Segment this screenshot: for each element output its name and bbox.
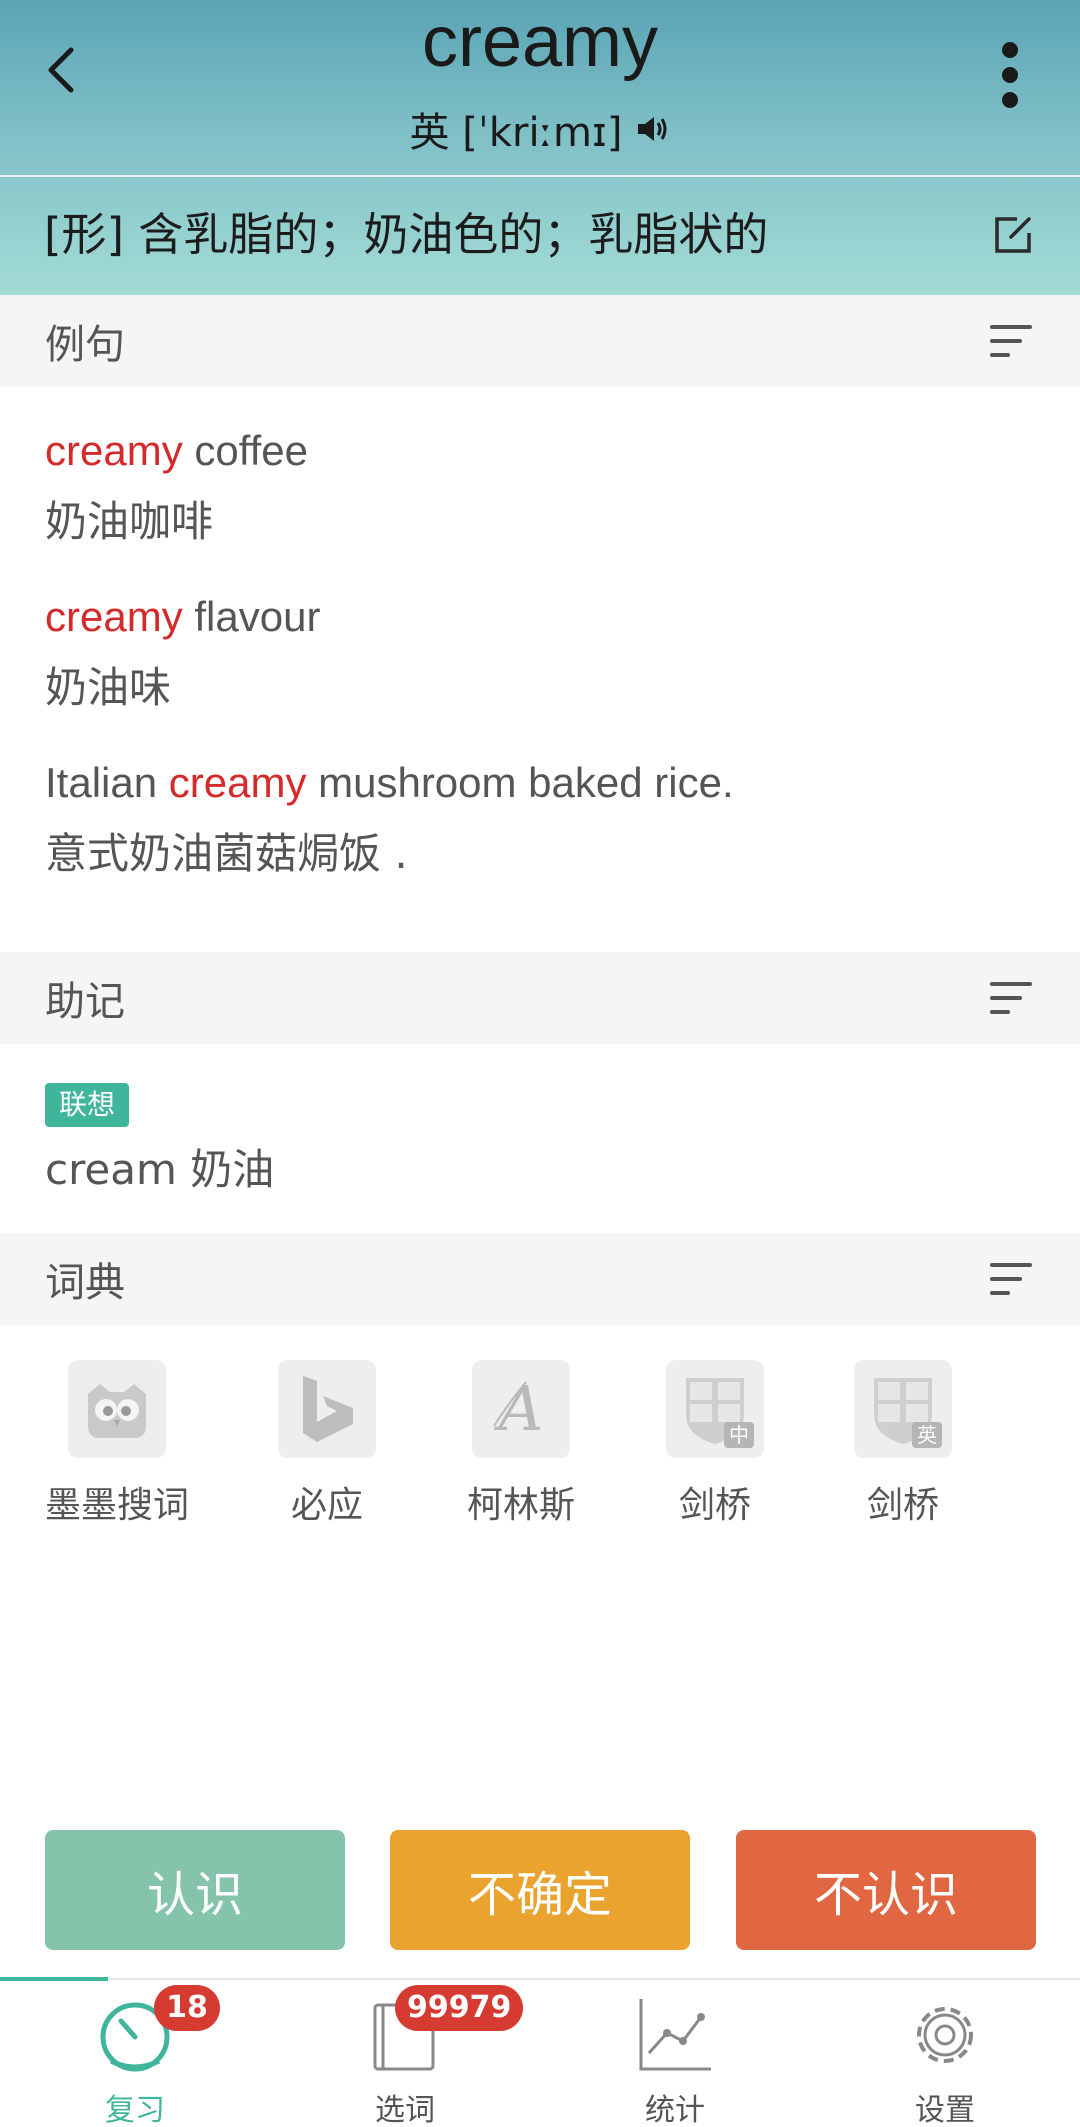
know-button[interactable]: 认识 [45, 1830, 345, 1950]
example-translation: 意式奶油菌菇焗饭 . [45, 829, 408, 878]
dictionary-bing[interactable]: 必应 [247, 1360, 407, 1528]
word-definition: [形] 含乳脂的；奶油色的；乳脂状的 [44, 208, 769, 261]
word-title: creamy [421, 2, 659, 82]
example-sentence: Italian creamy mushroom baked rice. [45, 759, 734, 806]
dictionary-label: 剑桥 [866, 1485, 939, 1526]
dictionary-collins[interactable]: A 柯林斯 [441, 1360, 601, 1528]
tab-select-words[interactable]: 选词 99979 [270, 1985, 540, 2127]
tab-settings[interactable]: 设置 [810, 1985, 1080, 2127]
dictionary-cambridge-cn[interactable]: 中 剑桥 [635, 1360, 795, 1528]
speaker-icon[interactable] [636, 114, 670, 144]
edit-icon [995, 217, 1031, 253]
dictionary-label: 剑桥 [678, 1485, 751, 1526]
dictionary-label: 墨墨搜词 [44, 1485, 189, 1526]
highlighted-word: creamy [45, 427, 183, 474]
mnemonic-section-header: 助记 [0, 952, 1080, 1044]
dictionary-momo[interactable]: 墨墨搜词 [37, 1360, 197, 1528]
dictionary-cambridge-en[interactable]: 英 剑桥 [823, 1360, 983, 1528]
tab-review[interactable]: 复习 18 [0, 1985, 270, 2127]
collins-icon: A [472, 1360, 570, 1458]
tabbar-divider [0, 1978, 1080, 1980]
sort-icon[interactable] [990, 1261, 1032, 1297]
example-translation: 奶油咖啡 [45, 497, 214, 546]
edit-definition-button[interactable] [988, 210, 1038, 260]
examples-title: 例句 [45, 322, 125, 368]
example-sentence: creamy coffee [45, 427, 309, 474]
chart-icon [639, 1999, 711, 2071]
header-divider [0, 175, 1080, 177]
dictionary-label: 柯林斯 [466, 1485, 575, 1526]
mnemonic-text: cream 奶油 [45, 1145, 275, 1194]
tab-statistics[interactable]: 统计 [540, 1985, 810, 2127]
gear-icon [917, 2007, 973, 2063]
bing-icon [278, 1360, 376, 1458]
cambridge-en-icon: 英 [854, 1360, 952, 1458]
tab-label: 设置 [915, 2093, 975, 2127]
new-words-count-badge: 99979 [395, 1985, 524, 2031]
pronunciation-row[interactable]: 英 [ˈkriːmɪ] [0, 100, 1080, 158]
word-header: creamy 英 [ˈkriːmɪ] [形] 含乳脂的；奶油色的；乳脂状的 [0, 0, 1080, 295]
tab-label: 选词 [375, 2093, 435, 2127]
phonetic-text: 英 [ˈkriːmɪ] [409, 110, 623, 156]
unsure-button[interactable]: 不确定 [390, 1830, 690, 1950]
owl-icon [68, 1360, 166, 1458]
language-corner-label: 中 [729, 1423, 749, 1447]
mnemonic-title: 助记 [45, 979, 125, 1025]
tabbar-active-indicator [0, 1977, 108, 1981]
review-count-badge: 18 [154, 1985, 220, 2031]
association-tag: 联想 [45, 1083, 129, 1127]
dictionary-section-header: 词典 [0, 1233, 1080, 1325]
dictionary-label: 必应 [290, 1485, 363, 1526]
dictionary-title: 词典 [45, 1260, 125, 1306]
example-sentence: creamy flavour [45, 593, 321, 640]
sort-icon[interactable] [990, 323, 1032, 359]
language-corner-label: 英 [917, 1423, 937, 1447]
sort-icon[interactable] [990, 980, 1032, 1016]
cambridge-cn-icon: 中 [666, 1360, 764, 1458]
svg-text:A: A [494, 1374, 544, 1444]
unknown-button[interactable]: 不认识 [736, 1830, 1036, 1950]
tab-label: 复习 [105, 2093, 165, 2127]
examples-section-header: 例句 [0, 295, 1080, 387]
highlighted-word: creamy [45, 593, 183, 640]
tab-label: 统计 [645, 2093, 705, 2127]
example-translation: 奶油味 [45, 663, 172, 712]
highlighted-word: creamy [168, 759, 307, 806]
